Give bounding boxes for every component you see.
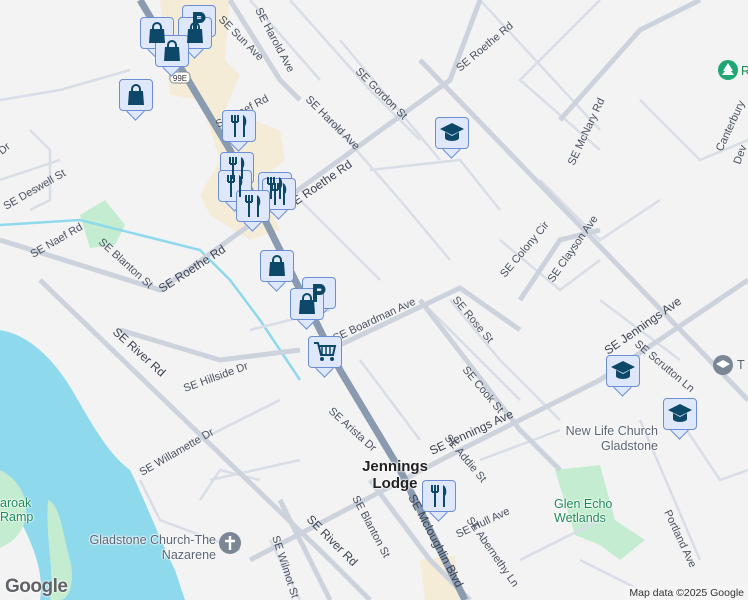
church-icon[interactable] bbox=[219, 532, 241, 554]
street-label: SE Willamette Dr bbox=[138, 426, 217, 478]
park-label-partial[interactable]: R bbox=[741, 64, 748, 78]
shopping-icon bbox=[267, 255, 287, 277]
shopping-icon bbox=[185, 22, 205, 44]
school-poi-icon[interactable] bbox=[713, 355, 733, 375]
shopping-icon bbox=[126, 84, 146, 106]
school-marker[interactable] bbox=[606, 355, 640, 397]
shopping-icon bbox=[297, 293, 317, 315]
restaurant-icon bbox=[268, 182, 290, 206]
marker-box bbox=[606, 355, 640, 387]
street-label: SE Hillside Dr bbox=[182, 360, 250, 395]
church-nazarene-label[interactable]: Gladstone Church-The Nazarene bbox=[76, 533, 216, 563]
restaurant-marker[interactable] bbox=[222, 110, 256, 152]
street-label: SE Gordon St bbox=[353, 66, 409, 122]
shopping-marker[interactable] bbox=[260, 250, 294, 292]
shopping-marker[interactable] bbox=[119, 79, 153, 121]
street-label: SE Abernethy Ln bbox=[464, 515, 521, 590]
marker-box bbox=[422, 480, 456, 512]
marker-box bbox=[308, 336, 342, 368]
street-label: SE Deswell St bbox=[2, 167, 68, 212]
restaurant-icon bbox=[242, 194, 264, 218]
street-label: SE Colony Cir bbox=[498, 219, 552, 280]
street-label: Dr bbox=[0, 140, 13, 157]
marker-box bbox=[119, 79, 153, 111]
street-label: SE Blanton St bbox=[96, 236, 155, 291]
marker-box bbox=[222, 110, 256, 142]
street-label: SE Harold Ave bbox=[252, 6, 296, 75]
street-label: Portland Ave bbox=[661, 508, 698, 569]
school-icon bbox=[667, 403, 693, 425]
street-label: SE Jennings Ave bbox=[427, 407, 515, 458]
town-label: Jennings Lodge bbox=[362, 458, 428, 492]
marker-box bbox=[435, 117, 469, 149]
street-label: SE Arista Dr bbox=[326, 405, 379, 454]
street-label: SE Scrutton Ln bbox=[632, 338, 696, 395]
map-attribution[interactable]: Map data ©2025 Google bbox=[625, 586, 748, 600]
shopping-icon bbox=[162, 40, 182, 62]
map-canvas[interactable]: 99E SE Harold Ave SE Sun Ave SE Roethe R… bbox=[0, 0, 748, 600]
marker-box bbox=[260, 250, 294, 282]
glen-echo-label[interactable]: Glen Echo Wetlands bbox=[554, 497, 626, 525]
new-life-church-label[interactable]: New Life Church Gladstone bbox=[550, 424, 658, 454]
street-label: SE Harold Ave bbox=[303, 94, 362, 153]
marker-box bbox=[663, 398, 697, 430]
street-label: SE Naef Rd bbox=[29, 221, 85, 260]
restaurant-icon bbox=[228, 114, 250, 138]
google-logo: Google bbox=[5, 576, 68, 597]
school-icon bbox=[439, 122, 465, 144]
grocery-icon bbox=[313, 341, 337, 363]
street-label: SE Cook St bbox=[460, 364, 506, 415]
street-label: Canterbury bbox=[714, 98, 748, 153]
highway-shield-label: 99E bbox=[173, 74, 187, 83]
park-icon[interactable] bbox=[718, 60, 738, 80]
marker-box bbox=[262, 178, 296, 210]
school-marker[interactable] bbox=[663, 398, 697, 440]
street-label: SE Boardman Ave bbox=[331, 296, 417, 345]
restaurant-marker[interactable] bbox=[422, 480, 456, 522]
grocery-marker[interactable] bbox=[308, 336, 342, 378]
school-marker[interactable] bbox=[435, 117, 469, 159]
school-label-partial[interactable]: T G bbox=[737, 358, 748, 372]
school-icon bbox=[610, 360, 636, 382]
ramp-label[interactable]: aroak Ramp bbox=[0, 496, 42, 524]
street-label: SE River Rd bbox=[110, 325, 168, 380]
restaurant-icon bbox=[428, 484, 450, 508]
